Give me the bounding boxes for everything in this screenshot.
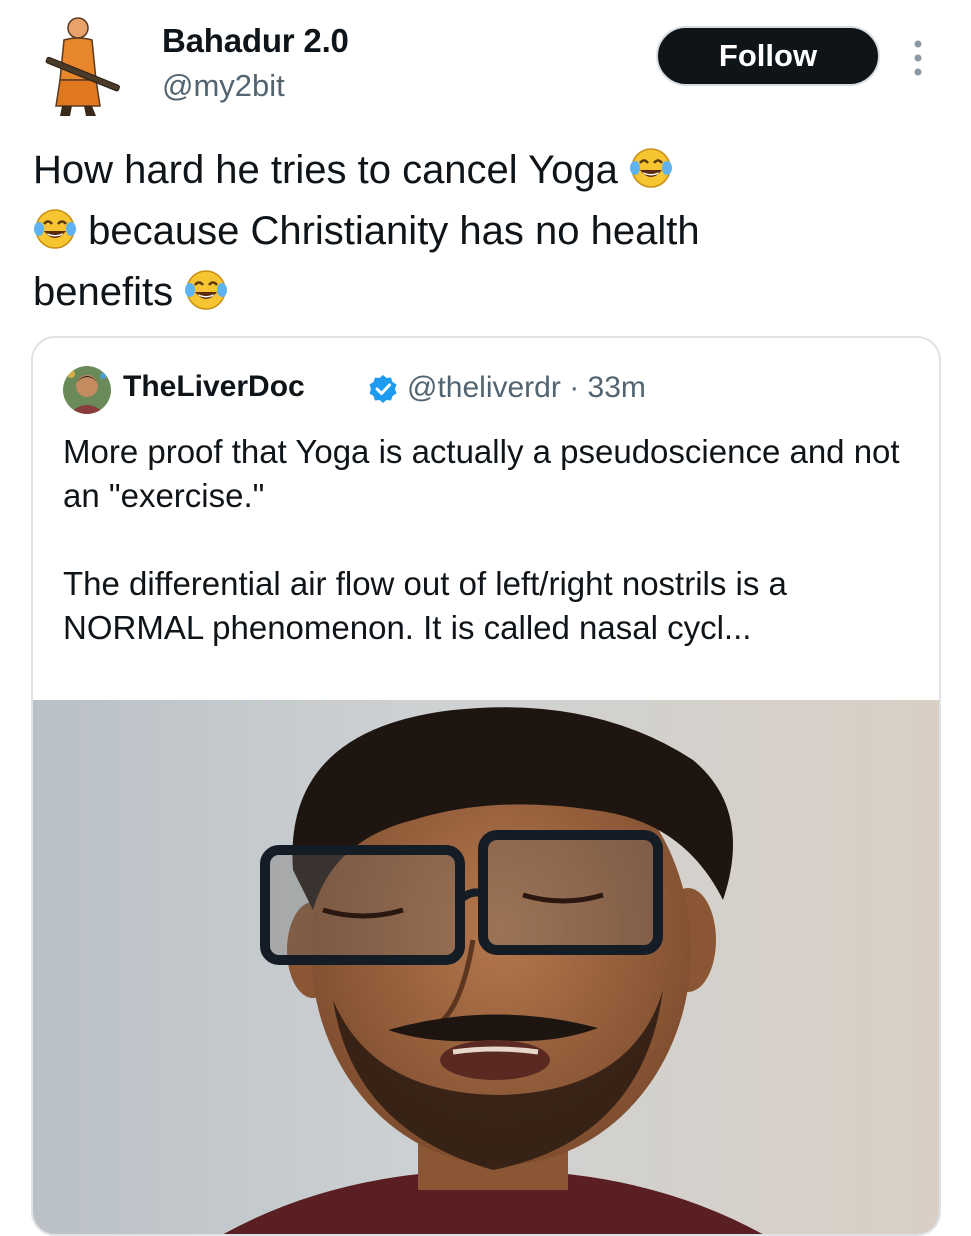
tweet-header: Bahadur 2.0 @my2bit Follow <box>0 0 971 130</box>
quoted-text: More proof that Yoga is actually a pseud… <box>63 430 923 650</box>
tears-of-joy-emoji-icon <box>185 270 228 310</box>
quoted-handle[interactable]: @theliverdr <box>407 371 561 404</box>
verified-badge-icon <box>369 375 397 403</box>
meta-separator: · <box>569 371 580 404</box>
quoted-video-thumbnail[interactable] <box>33 700 939 1234</box>
tweet-text-line3: benefits <box>33 270 174 314</box>
follow-button[interactable]: Follow <box>656 26 880 86</box>
tweet-text-line1: How hard he tries to cancel Yoga <box>33 148 618 192</box>
author-name[interactable]: Bahadur 2.0 <box>162 22 349 60</box>
quoted-paragraph-2: The differential air flow out of left/ri… <box>63 565 787 646</box>
tweet-text-line2: because Christianity has no health <box>88 209 700 253</box>
author-avatar[interactable] <box>30 10 130 120</box>
quoted-author-name[interactable]: TheLiverDoc <box>123 370 305 404</box>
more-options-icon[interactable] <box>906 38 930 78</box>
quoted-time[interactable]: 33m <box>588 371 646 404</box>
quoted-tweet-card[interactable]: TheLiverDoc @theliverdr · 33m More proof… <box>31 336 941 1236</box>
tears-of-joy-emoji-icon <box>34 209 76 249</box>
author-handle[interactable]: @my2bit <box>162 68 285 104</box>
tears-of-joy-emoji-icon <box>629 148 672 188</box>
quoted-meta: @theliverdr · 33m <box>407 371 646 405</box>
quoted-paragraph-1: More proof that Yoga is actually a pseud… <box>63 433 900 514</box>
quoted-author-avatar[interactable] <box>63 366 111 414</box>
tweet-text: How hard he tries to cancel Yoga because… <box>33 140 933 323</box>
